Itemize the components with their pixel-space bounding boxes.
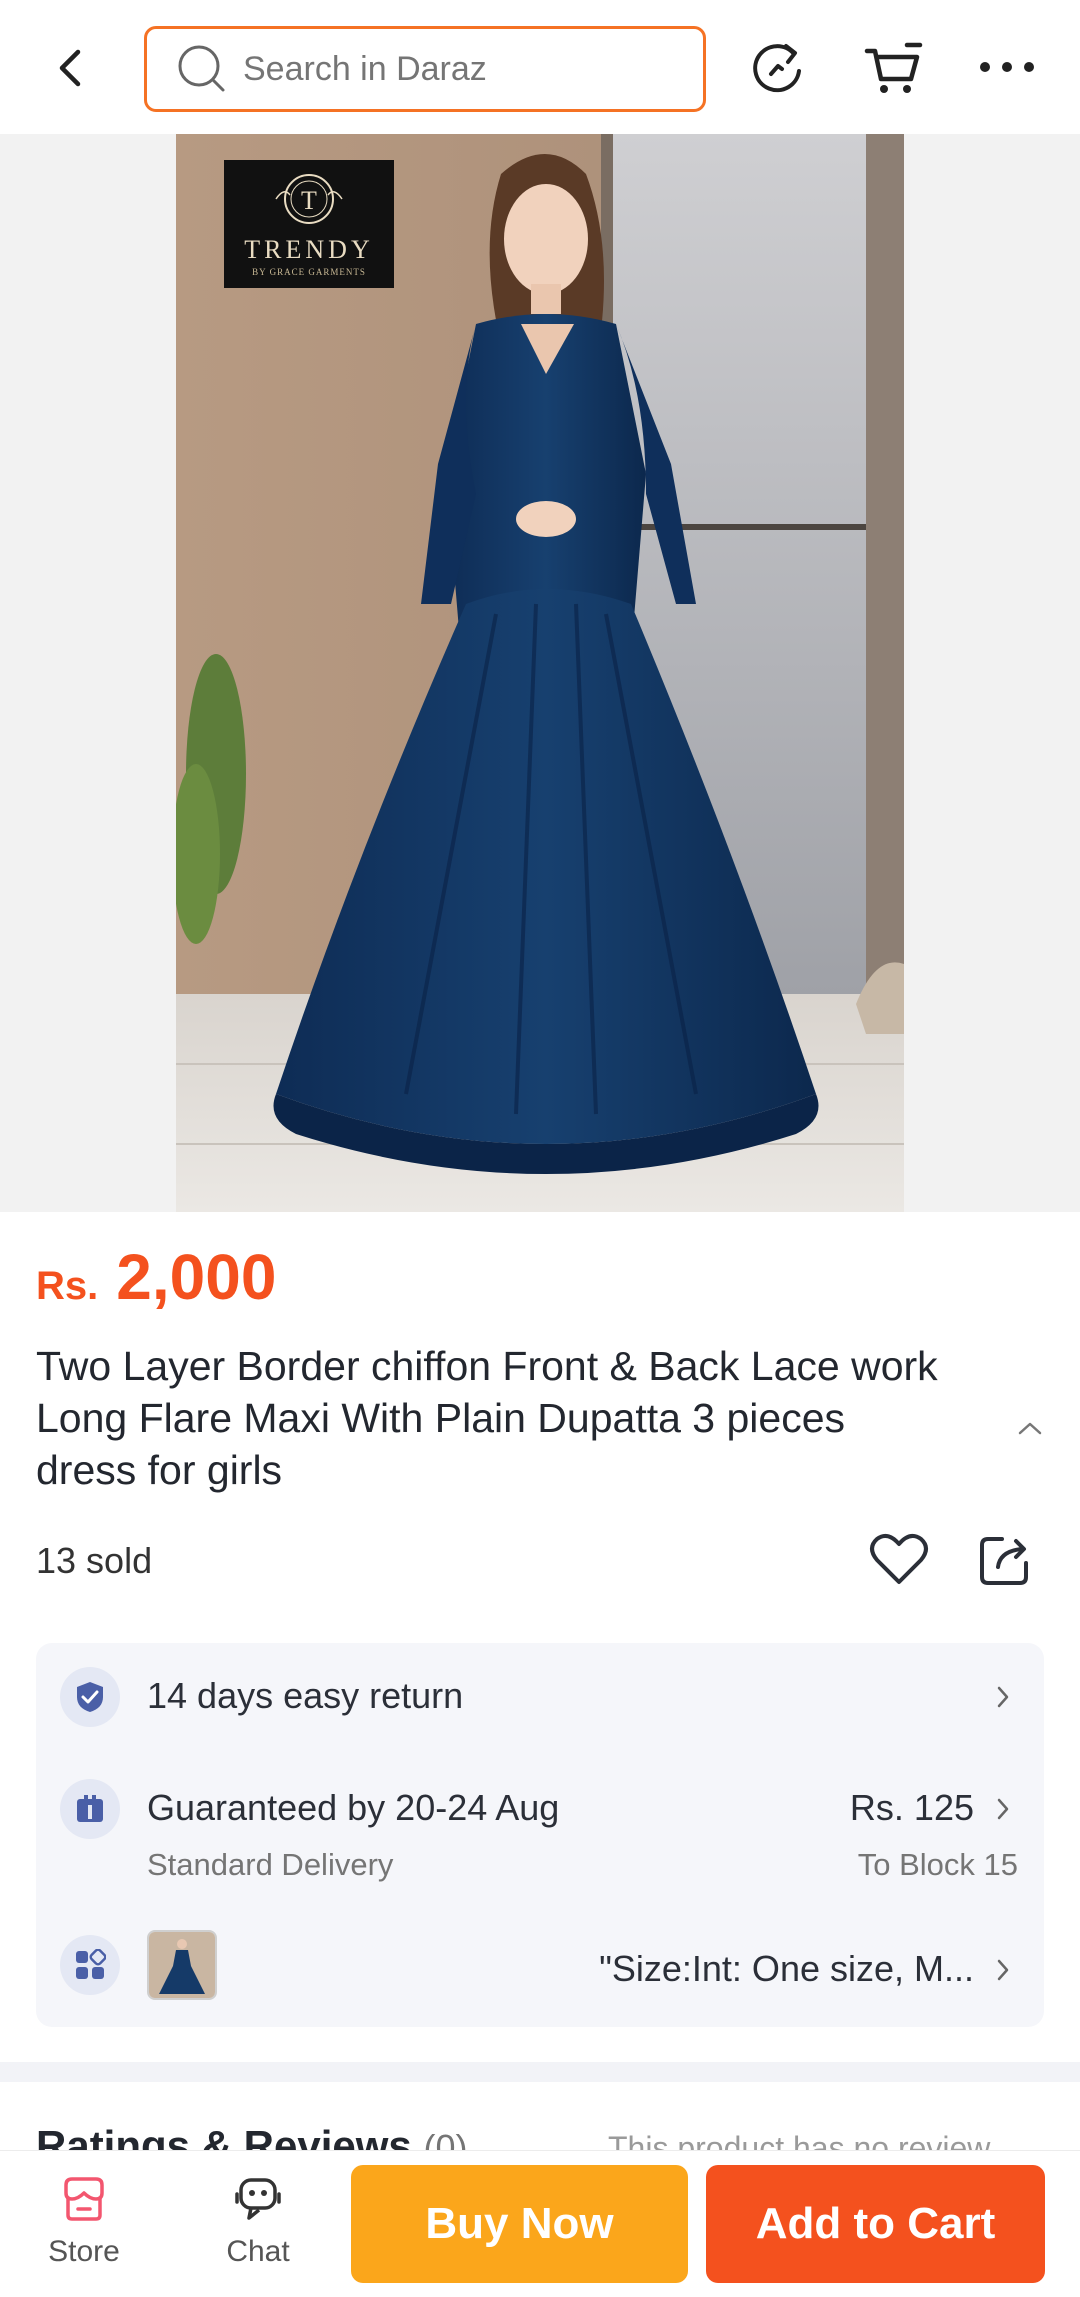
- cart-icon: [864, 42, 923, 93]
- delivery-fee: Rs. 125: [849, 1787, 974, 1828]
- chat-tab[interactable]: Chat: [198, 2165, 318, 2285]
- chevron-up-icon: [1018, 1422, 1042, 1435]
- history-button[interactable]: [746, 36, 808, 98]
- collapse-title-button[interactable]: [1012, 1410, 1048, 1446]
- brand-logo-badge: T TRENDY BY GRACE GARMENTS: [224, 160, 394, 288]
- search-bar[interactable]: [144, 26, 706, 112]
- store-tab[interactable]: Store: [24, 2165, 144, 2285]
- heart-icon: [870, 1533, 928, 1584]
- brand-crest-icon: T: [275, 174, 343, 224]
- chat-label: Chat: [226, 2235, 290, 2268]
- brand-name: TRENDY: [244, 235, 374, 264]
- share-button[interactable]: [976, 1528, 1036, 1590]
- refresh-history-icon: [753, 44, 801, 93]
- more-dots-icon: [980, 62, 1034, 72]
- product-title: Two Layer Border chiffon Front & Back La…: [36, 1343, 938, 1493]
- svg-text:T: T: [301, 186, 317, 215]
- share-icon: [980, 1537, 1028, 1585]
- product-photo: T TRENDY BY GRACE GARMENTS: [176, 134, 904, 1212]
- top-app-bar: [0, 0, 1080, 134]
- service-info-card: 14 days easy return Guaranteed by 20-24 …: [36, 1643, 1044, 2027]
- store-icon: [56, 2171, 112, 2227]
- chat-icon: [230, 2171, 286, 2227]
- buy-now-button[interactable]: Buy Now: [351, 2165, 688, 2283]
- return-text: 14 days easy return: [147, 1675, 464, 1716]
- section-divider: [0, 2062, 1080, 2082]
- delivery-package-icon: [77, 1795, 103, 1822]
- sold-count: 13 sold: [36, 1540, 153, 1581]
- brand-subtitle: BY GRACE GARMENTS: [252, 267, 366, 277]
- chevron-right-icon: [992, 1791, 1014, 1827]
- price: Rs. 2,000: [36, 1240, 276, 1314]
- back-button[interactable]: [40, 35, 100, 100]
- grid-variants-icon: [76, 1949, 106, 1979]
- chevron-right-icon: [992, 1952, 1014, 1988]
- variant-icon-wrap: [60, 1935, 120, 1995]
- wishlist-button[interactable]: [866, 1528, 932, 1590]
- product-image-gallery[interactable]: T TRENDY BY GRACE GARMENTS: [0, 134, 1080, 1212]
- return-icon-wrap: [60, 1667, 120, 1727]
- cart-button[interactable]: [862, 36, 924, 98]
- chevron-right-icon: [992, 1679, 1014, 1715]
- variant-selector-row[interactable]: "Size:Int: One size, M...: [36, 1903, 1044, 2027]
- return-policy-row[interactable]: 14 days easy return: [36, 1643, 1044, 1753]
- price-currency: Rs.: [36, 1264, 99, 1308]
- variant-thumbnail[interactable]: [147, 1930, 217, 2000]
- more-options-button[interactable]: [976, 36, 1038, 98]
- store-label: Store: [48, 2235, 120, 2268]
- bottom-action-bar: Store Chat Buy Now Add to Cart: [0, 2150, 1080, 2297]
- delivery-row[interactable]: Guaranteed by 20-24 Aug Standard Deliver…: [36, 1753, 1044, 1903]
- search-icon: [178, 45, 225, 92]
- back-arrow-icon: [59, 49, 81, 86]
- variant-summary: "Size:Int: One size, M...: [599, 1948, 974, 1989]
- delivery-type-text: Standard Delivery: [147, 1847, 394, 1882]
- shield-check-icon: [77, 1682, 103, 1712]
- price-amount: 2,000: [116, 1241, 277, 1313]
- delivery-guarantee-text: Guaranteed by 20-24 Aug: [147, 1787, 560, 1828]
- add-to-cart-button[interactable]: Add to Cart: [706, 2165, 1045, 2283]
- search-input[interactable]: [243, 49, 663, 89]
- delivery-icon-wrap: [60, 1779, 120, 1839]
- delivery-location: To Block 15: [857, 1847, 1018, 1882]
